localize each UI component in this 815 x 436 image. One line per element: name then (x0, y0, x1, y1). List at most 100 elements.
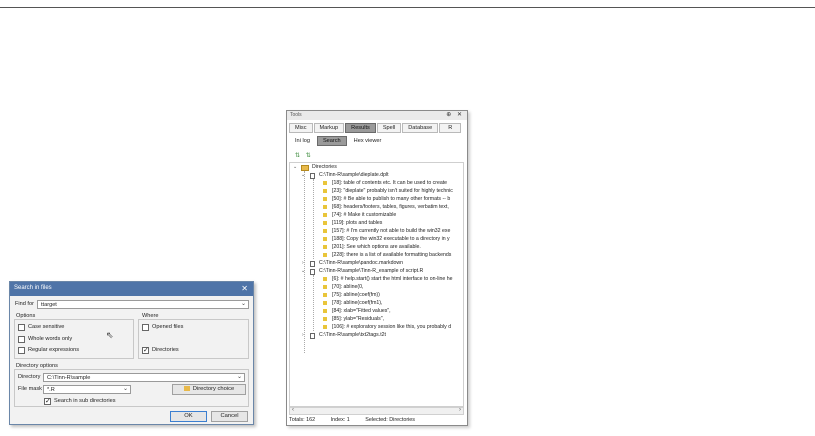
tab-hex-viewer[interactable]: Hex viewer (347, 136, 388, 146)
result-marker-icon (323, 277, 327, 281)
tab-database[interactable]: Database (402, 123, 439, 133)
collapse-arrow-icon[interactable]: ⌄ (293, 164, 297, 170)
opened-files-label: Opened files (152, 324, 184, 330)
status-selected: Selected: Directories (365, 417, 416, 423)
result-row[interactable]: [18]: table of contents etc. It can be u… (332, 179, 447, 187)
result-row[interactable]: [6]: # help.start() start the html inter… (332, 275, 453, 283)
result-row[interactable]: [70]: abline(0, (332, 283, 363, 291)
result-marker-icon (323, 253, 327, 257)
result-marker-icon (323, 317, 327, 321)
directory-choice-button[interactable]: Directory choice (172, 384, 246, 395)
tab-r[interactable]: R (439, 123, 462, 133)
result-row[interactable]: [106]: # exploratory session like this, … (332, 323, 451, 331)
result-row[interactable]: [75]: abline(coef(fm)) (332, 291, 380, 299)
cancel-button[interactable]: Cancel (211, 411, 248, 422)
search-in-files-dialog: Search in files ✕ Find for ttarget ⌄ Opt… (9, 281, 254, 425)
scroll-right-icon[interactable]: › (459, 407, 461, 413)
find-label: Find for (15, 301, 34, 307)
expand-arrow-icon[interactable]: › (302, 332, 304, 338)
result-marker-icon (323, 197, 327, 201)
case-sensitive-label: Case sensitive (28, 324, 65, 330)
folder-icon (301, 165, 309, 171)
tab-misc[interactable]: Misc (289, 123, 313, 133)
tree-toolbar: ⇅ ⇅ (295, 152, 311, 159)
tree-file-row[interactable]: C:\Tinn-R\sample\dieplate.dplt (319, 171, 389, 179)
result-row[interactable]: [157]: # I'm currently not able to build… (332, 227, 450, 235)
search-sub-label: Search in sub directories (54, 398, 116, 404)
pin-close-icon[interactable]: ⊕ ✕ (446, 111, 464, 118)
chevron-down-icon[interactable]: ⌄ (237, 374, 242, 380)
result-marker-icon (323, 325, 327, 329)
tab-ini-log[interactable]: Ini log (289, 136, 316, 146)
result-marker-icon (323, 181, 327, 185)
result-marker-icon (323, 205, 327, 209)
directory-choice-label: Directory choice (192, 386, 235, 392)
result-marker-icon (323, 301, 327, 305)
tree-guide-line (304, 171, 305, 353)
directories-label: Directories (152, 347, 179, 353)
whole-words-checkbox[interactable] (18, 336, 25, 343)
result-marker-icon (323, 309, 327, 313)
ok-button[interactable]: OK (170, 411, 207, 422)
filemask-label: File mask (18, 386, 42, 392)
collapse-arrow-icon[interactable]: ⌄ (301, 268, 305, 274)
expand-arrow-icon[interactable]: › (302, 260, 304, 266)
close-icon[interactable]: ✕ (241, 284, 248, 293)
filemask-input[interactable]: *.R ⌄ (43, 385, 131, 394)
status-index: Index: 1 (330, 417, 350, 423)
chevron-down-icon[interactable]: ⌄ (123, 386, 128, 392)
search-sub-checkbox[interactable] (44, 397, 51, 405)
regex-checkbox[interactable] (18, 347, 25, 354)
result-row[interactable]: [23]: "dieplate" probably isn't suited f… (332, 187, 453, 195)
horizontal-scrollbar[interactable]: ‹ › (289, 407, 464, 415)
directories-checkbox[interactable] (142, 346, 149, 354)
case-sensitive-checkbox[interactable] (18, 324, 25, 331)
collapse-all-icon[interactable]: ⇅ (306, 153, 311, 159)
result-row[interactable]: [119]: plots and tables (332, 219, 382, 227)
whole-words-label: Whole words only (28, 336, 73, 342)
tree-guide-line (313, 179, 314, 259)
result-marker-icon (323, 237, 327, 241)
top-divider (0, 7, 815, 8)
tab-search[interactable]: Search (316, 136, 347, 146)
result-row[interactable]: [188]: Copy the win32 executable to a di… (332, 235, 450, 243)
status-totals: Totals: 162 (289, 417, 316, 423)
result-row[interactable]: [74]: # Make it customizable (332, 211, 396, 219)
result-row[interactable]: [85]: ylab="Residuals", (332, 315, 384, 323)
filemask-value: *.R (47, 387, 55, 393)
tree-file-row[interactable]: C:\Tinn-R\sample\pandoc.markdown (319, 259, 403, 267)
directory-input[interactable]: C:\Tinn-R\sample ⌄ (43, 373, 245, 382)
tools-title: Tools (290, 112, 302, 118)
opened-files-checkbox[interactable] (142, 324, 149, 331)
tree-file-row[interactable]: C:\Tinn-R\sample\txt2tags.t2t (319, 331, 386, 339)
tools-panel: Tools ⊕ ✕ Misc Markup Results Spell Data… (286, 110, 468, 426)
tab-spell[interactable]: Spell (376, 123, 402, 133)
result-row[interactable]: [78]: abline(coef(fm1), (332, 299, 382, 307)
search-results-tree[interactable]: ⌄ Directories ⌄ C:\Tinn-R\sample\dieplat… (289, 162, 464, 407)
result-row[interactable]: [84]: xlab="Fitted values", (332, 307, 391, 315)
tree-root-directories[interactable]: Directories (312, 163, 337, 171)
scroll-left-icon[interactable]: ‹ (292, 407, 294, 413)
result-marker-icon (323, 293, 327, 297)
result-marker-icon (323, 213, 327, 217)
find-value: ttarget (41, 302, 57, 308)
tools-tabs: Misc Markup Results Spell Database R (289, 123, 462, 133)
result-marker-icon (323, 229, 327, 233)
regex-label: Regular expressions (28, 347, 79, 353)
tree-file-row[interactable]: C:\Tinn-R\sample\Tinn-R_example of scrip… (319, 267, 423, 275)
tab-markup[interactable]: Markup (313, 123, 345, 133)
result-row[interactable]: [201]: See which options are available. (332, 243, 421, 251)
collapse-arrow-icon[interactable]: ⌄ (301, 172, 305, 178)
tools-title-bar: Tools ⊕ ✕ (287, 111, 467, 120)
result-row[interactable]: [228]: there is a list of available form… (332, 251, 451, 259)
result-row[interactable]: [68]: headers/footers, tables, figures, … (332, 203, 449, 211)
file-icon (310, 261, 315, 267)
dialog-title: Search in files (10, 282, 253, 296)
expand-all-icon[interactable]: ⇅ (295, 153, 300, 159)
tab-results[interactable]: Results (345, 123, 376, 133)
chevron-down-icon[interactable]: ⌄ (241, 301, 246, 307)
find-input[interactable]: ttarget ⌄ (37, 300, 249, 309)
file-icon (310, 333, 315, 339)
folder-icon (183, 385, 190, 391)
result-row[interactable]: [50]: # Be able to publish to many other… (332, 195, 450, 203)
